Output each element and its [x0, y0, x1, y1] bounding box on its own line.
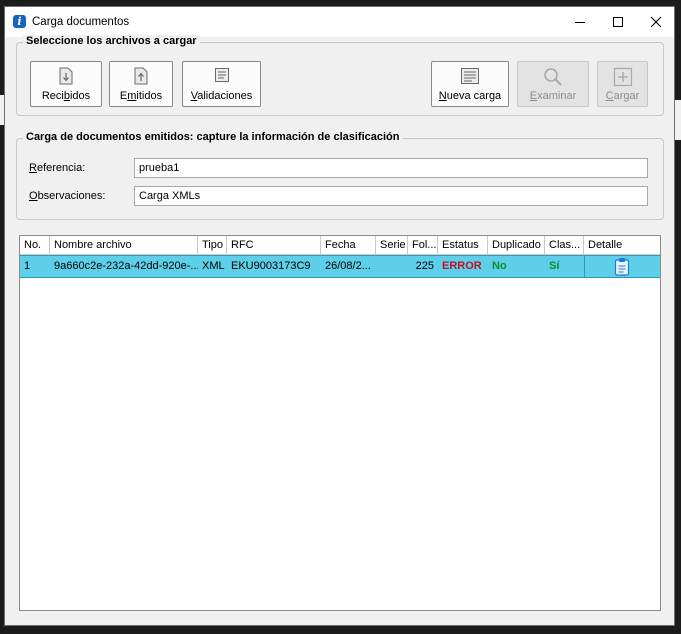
validaciones-label: Validaciones [190, 90, 253, 102]
cell-rfc: EKU9003173C9 [231, 260, 311, 272]
cell-nombre-archivo: 9a660c2e-232a-42dd-920e-... [54, 260, 198, 272]
emitidos-label: Emitidos [119, 90, 163, 102]
recibidos-label: Recibidos [41, 90, 91, 102]
minimize-button[interactable] [561, 7, 599, 37]
column-header-detalle[interactable]: Detalle [584, 236, 660, 254]
column-header-no[interactable]: No. [20, 236, 50, 254]
clipboard-icon[interactable] [614, 257, 630, 276]
upload-document-icon [134, 67, 148, 85]
nueva-carga-button[interactable]: Nueva carga [431, 61, 509, 107]
table-header: No. Nombre archivo Tipo RFC Fecha Serie … [20, 236, 660, 255]
minimize-icon [575, 22, 585, 23]
observaciones-field[interactable]: Carga XMLs [134, 186, 648, 206]
plus-box-icon [613, 67, 632, 87]
validaciones-button[interactable]: Validaciones [182, 61, 261, 107]
cell-duplicado: No [492, 260, 507, 272]
recibidos-button[interactable]: Recibidos [30, 61, 102, 107]
cargar-label: Cargar [605, 90, 640, 102]
column-header-nombre-archivo[interactable]: Nombre archivo [50, 236, 198, 254]
files-group-title: Seleccione los archivos a cargar [23, 35, 200, 47]
cell-estatus: ERROR [442, 260, 482, 272]
nueva-carga-label: Nueva carga [438, 90, 502, 102]
close-icon [650, 16, 662, 28]
magnifier-icon [544, 68, 562, 86]
table-row[interactable]: 1 9a660c2e-232a-42dd-920e-... XML EKU900… [20, 255, 660, 278]
column-header-tipo[interactable]: Tipo [198, 236, 227, 254]
referencia-field[interactable]: prueba1 [134, 158, 648, 178]
maximize-icon [613, 17, 623, 27]
cell-no: 1 [24, 260, 31, 272]
observaciones-label: Observaciones: [29, 190, 106, 202]
document-lines-icon [214, 68, 229, 82]
carga-documentos-window: i Carga documentos Seleccione los archiv… [4, 6, 675, 626]
window-title: Carga documentos [32, 16, 130, 28]
documents-table[interactable]: No. Nombre archivo Tipo RFC Fecha Serie … [19, 235, 661, 611]
cell-clasificado: Sí [549, 260, 560, 272]
title-bar[interactable]: i Carga documentos [5, 7, 674, 37]
cell-detalle[interactable] [584, 256, 660, 277]
close-button[interactable] [637, 7, 675, 37]
column-header-folio[interactable]: Fol... [408, 236, 438, 254]
referencia-label: Referencia: [29, 162, 86, 174]
column-header-duplicado[interactable]: Duplicado [488, 236, 545, 254]
column-header-fecha[interactable]: Fecha [321, 236, 376, 254]
cell-folio: 225 [415, 260, 434, 272]
cell-serie [376, 256, 408, 277]
column-header-serie[interactable]: Serie [376, 236, 408, 254]
background-app-strip-right [675, 100, 681, 140]
cell-fecha: 26/08/2... [325, 260, 371, 272]
app-info-icon: i [13, 15, 26, 28]
examinar-label: Examinar [529, 90, 577, 102]
column-header-clasificado[interactable]: Clas... [545, 236, 584, 254]
cargar-button[interactable]: Cargar [597, 61, 648, 107]
classification-group: Carga de documentos emitidos: capture la… [16, 131, 664, 220]
column-header-estatus[interactable]: Estatus [438, 236, 488, 254]
column-header-rfc[interactable]: RFC [227, 236, 321, 254]
maximize-button[interactable] [599, 7, 637, 37]
new-list-icon [461, 68, 479, 84]
classification-group-title: Carga de documentos emitidos: capture la… [23, 131, 403, 143]
emitidos-button[interactable]: Emitidos [109, 61, 173, 107]
download-document-icon [59, 67, 73, 85]
examinar-button[interactable]: Examinar [517, 61, 589, 107]
cell-tipo: XML [202, 260, 225, 272]
